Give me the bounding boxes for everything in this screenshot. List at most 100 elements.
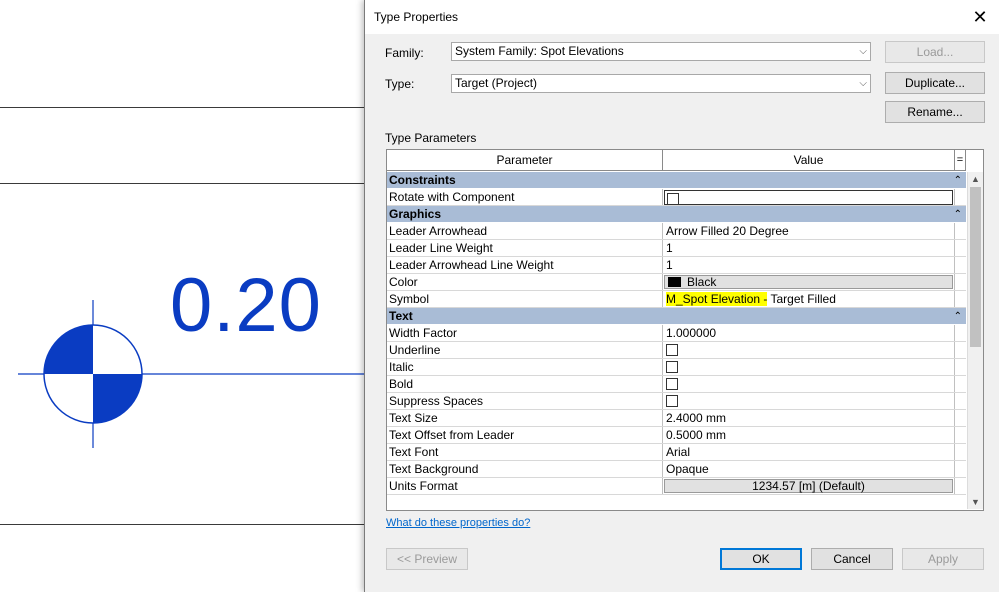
- param-row-width-factor[interactable]: Width Factor 1.000000: [387, 325, 966, 342]
- param-value-cell: 1234.57 [m] (Default): [663, 478, 955, 494]
- param-value-cell: [663, 359, 955, 375]
- param-name: Leader Arrowhead: [387, 223, 663, 239]
- chevron-down-icon: ⌵: [859, 78, 867, 89]
- param-name: Bold: [387, 376, 663, 392]
- rename-button[interactable]: Rename...: [885, 101, 985, 123]
- header-equals[interactable]: =: [955, 150, 966, 171]
- scrollbar-thumb[interactable]: [970, 187, 981, 347]
- param-row-bold[interactable]: Bold: [387, 376, 966, 393]
- type-dropdown[interactable]: Target (Project) ⌵: [451, 74, 871, 93]
- param-name: Text Font: [387, 444, 663, 460]
- param-value[interactable]: 0.5000 mm: [663, 427, 955, 443]
- param-value[interactable]: Opaque: [663, 461, 955, 477]
- preview-button[interactable]: << Preview: [386, 548, 468, 570]
- collapse-icon[interactable]: ⌃: [954, 206, 962, 223]
- param-value-cell: [663, 342, 955, 358]
- header-parameter[interactable]: Parameter: [387, 150, 663, 171]
- category-graphics-label: Graphics: [389, 207, 442, 221]
- category-constraints[interactable]: Constraints ⌃: [387, 172, 966, 189]
- load-button[interactable]: Load...: [885, 41, 985, 63]
- param-name: Italic: [387, 359, 663, 375]
- category-graphics[interactable]: Graphics ⌃: [387, 206, 966, 223]
- ok-button[interactable]: OK: [720, 548, 802, 570]
- param-value-cell: [663, 189, 955, 205]
- param-row-suppress-spaces[interactable]: Suppress Spaces: [387, 393, 966, 410]
- param-row-units-format[interactable]: Units Format 1234.57 [m] (Default): [387, 478, 966, 495]
- category-text-label: Text: [389, 309, 413, 323]
- family-dropdown-value: System Family: Spot Elevations: [455, 44, 624, 58]
- param-value-cell: [663, 393, 955, 409]
- italic-checkbox[interactable]: [666, 360, 678, 373]
- param-value[interactable]: Arrow Filled 20 Degree: [663, 223, 955, 239]
- param-name: Symbol: [387, 291, 663, 307]
- collapse-icon[interactable]: ⌃: [954, 172, 962, 189]
- collapse-icon[interactable]: ⌃: [954, 308, 962, 325]
- chevron-down-icon: ⌵: [859, 46, 867, 57]
- duplicate-button[interactable]: Duplicate...: [885, 72, 985, 94]
- param-row-leader-line-weight[interactable]: Leader Line Weight 1: [387, 240, 966, 257]
- target-quadrant-top-left: [44, 325, 93, 374]
- family-label: Family:: [385, 46, 424, 60]
- param-name: Text Offset from Leader: [387, 427, 663, 443]
- color-button[interactable]: Black: [664, 275, 953, 289]
- param-value-cell: Black: [663, 274, 955, 290]
- chevron-up-icon[interactable]: ▲: [968, 172, 983, 186]
- param-value[interactable]: 1: [663, 257, 955, 273]
- rotate-with-component-checkbox[interactable]: [667, 192, 679, 205]
- rotate-with-component-field[interactable]: [664, 190, 953, 205]
- family-dropdown[interactable]: System Family: Spot Elevations ⌵: [451, 42, 871, 61]
- param-value[interactable]: M_Spot Elevation - Target Filled: [663, 291, 955, 307]
- param-row-symbol[interactable]: Symbol M_Spot Elevation - Target Filled: [387, 291, 966, 308]
- help-link[interactable]: What do these properties do?: [386, 517, 530, 529]
- type-properties-dialog: Type Properties ✕ Family: System Family:…: [364, 0, 999, 592]
- param-name: Rotate with Component: [387, 189, 663, 205]
- param-name: Text Background: [387, 461, 663, 477]
- grid-scrollbar[interactable]: ▲ ▼: [967, 172, 983, 509]
- cancel-button[interactable]: Cancel: [811, 548, 893, 570]
- chevron-down-icon[interactable]: ▼: [968, 495, 983, 509]
- param-name: Leader Line Weight: [387, 240, 663, 256]
- param-row-text-size[interactable]: Text Size 2.4000 mm: [387, 410, 966, 427]
- param-row-italic[interactable]: Italic: [387, 359, 966, 376]
- param-row-rotate-with-component[interactable]: Rotate with Component: [387, 189, 966, 206]
- param-name: Leader Arrowhead Line Weight: [387, 257, 663, 273]
- type-label: Type:: [385, 77, 415, 91]
- symbol-value-highlighted: M_Spot Elevation -: [666, 292, 768, 306]
- param-name: Width Factor: [387, 325, 663, 341]
- param-row-text-offset-from-leader[interactable]: Text Offset from Leader 0.5000 mm: [387, 427, 966, 444]
- type-parameters-grid: Parameter Value = Constraints ⌃ Rotate w…: [386, 149, 984, 511]
- type-dropdown-value: Target (Project): [455, 76, 538, 90]
- bold-checkbox[interactable]: [666, 377, 678, 390]
- elevation-value-text[interactable]: 0.20: [170, 268, 322, 344]
- dialog-titlebar[interactable]: Type Properties ✕: [365, 0, 999, 34]
- apply-button[interactable]: Apply: [902, 548, 984, 570]
- target-quadrant-bottom-right: [93, 374, 142, 423]
- param-name: Text Size: [387, 410, 663, 426]
- param-row-text-background[interactable]: Text Background Opaque: [387, 461, 966, 478]
- param-value[interactable]: 1.000000: [663, 325, 955, 341]
- category-constraints-label: Constraints: [389, 173, 456, 187]
- color-value: Black: [687, 275, 717, 289]
- type-parameters-label: Type Parameters: [385, 131, 477, 145]
- param-value[interactable]: 2.4000 mm: [663, 410, 955, 426]
- param-row-underline[interactable]: Underline: [387, 342, 966, 359]
- units-format-button[interactable]: 1234.57 [m] (Default): [664, 479, 953, 493]
- param-name: Suppress Spaces: [387, 393, 663, 409]
- symbol-value-rest: Target Filled: [767, 292, 836, 306]
- param-row-leader-arrowhead[interactable]: Leader Arrowhead Arrow Filled 20 Degree: [387, 223, 966, 240]
- param-row-text-font[interactable]: Text Font Arial: [387, 444, 966, 461]
- close-icon[interactable]: ✕: [967, 4, 993, 30]
- dialog-title: Type Properties: [374, 10, 459, 24]
- param-row-leader-arrowhead-line-weight[interactable]: Leader Arrowhead Line Weight 1: [387, 257, 966, 274]
- param-value[interactable]: 1: [663, 240, 955, 256]
- category-text[interactable]: Text ⌃: [387, 308, 966, 325]
- param-row-color[interactable]: Color Black: [387, 274, 966, 291]
- param-name: Color: [387, 274, 663, 290]
- param-value[interactable]: Arial: [663, 444, 955, 460]
- parameter-rows: Constraints ⌃ Rotate with Component Grap…: [387, 172, 966, 495]
- param-value-cell: [663, 376, 955, 392]
- underline-checkbox[interactable]: [666, 343, 678, 356]
- color-swatch: [668, 276, 681, 287]
- suppress-spaces-checkbox[interactable]: [666, 394, 678, 407]
- header-value[interactable]: Value: [663, 150, 955, 171]
